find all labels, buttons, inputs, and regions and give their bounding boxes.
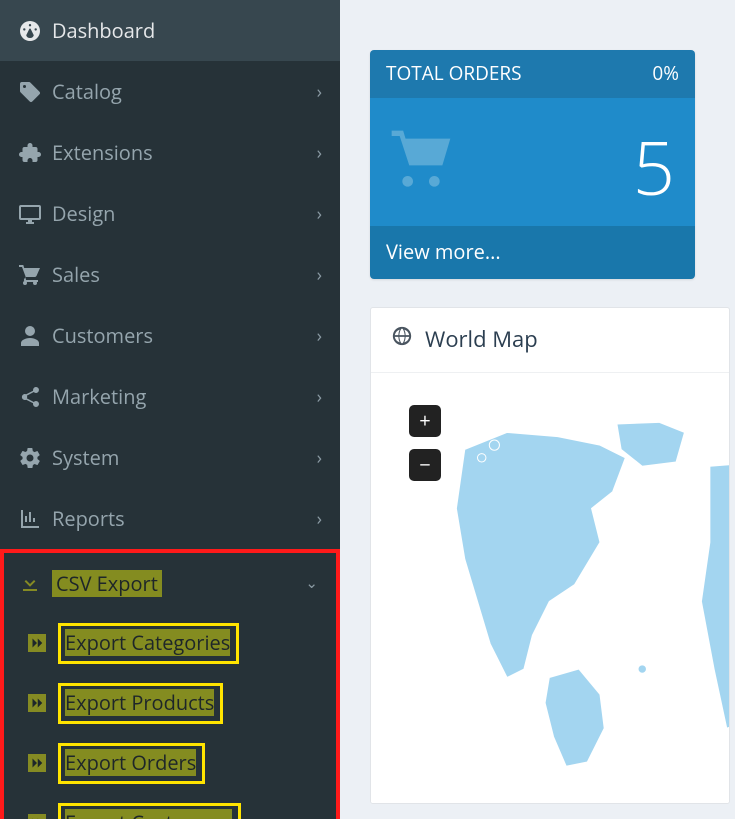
chevron-right-icon: › [317, 388, 322, 406]
sidebar-item-label: Design [52, 200, 317, 227]
highlight-box: Export Products [58, 683, 223, 724]
sidebar-item-label: Dashboard [52, 17, 322, 44]
submenu-label: Export Categories [65, 629, 230, 656]
card-percent: 0% [652, 60, 679, 86]
download-icon [18, 571, 52, 595]
sidebar-item-system[interactable]: System › [0, 427, 340, 488]
monitor-icon [18, 202, 52, 226]
double-chevron-icon [28, 814, 58, 819]
csv-export-orders[interactable]: Export Orders [4, 733, 336, 793]
card-title: TOTAL ORDERS [386, 60, 522, 86]
sidebar-item-marketing[interactable]: Marketing › [0, 366, 340, 427]
chevron-right-icon: › [317, 449, 322, 467]
sidebar-item-label: Extensions [52, 139, 317, 166]
sidebar-item-label: CSV Export [52, 570, 162, 597]
chevron-right-icon: › [317, 83, 322, 101]
world-map-card: World Map + − [370, 307, 730, 804]
sidebar-item-label: Sales [52, 261, 317, 288]
orders-value: 5 [633, 116, 675, 217]
chevron-right-icon: › [317, 266, 322, 284]
card-title: World Map [425, 324, 538, 354]
share-icon [18, 385, 52, 409]
card-header: TOTAL ORDERS 0% [370, 50, 695, 98]
world-map-graphic [431, 393, 730, 793]
view-more-link[interactable]: View more... [370, 226, 695, 279]
globe-icon [391, 324, 413, 354]
puzzle-icon [18, 141, 52, 165]
sidebar-item-dashboard[interactable]: Dashboard [0, 0, 340, 61]
sidebar-item-label: Customers [52, 322, 317, 349]
submenu-label: Export Customers [65, 809, 232, 819]
double-chevron-icon [28, 754, 58, 772]
sidebar-item-label: Reports [52, 505, 317, 532]
sidebar-item-sales[interactable]: Sales › [0, 244, 340, 305]
csv-export-customers[interactable]: Export Customers [4, 793, 336, 819]
sidebar-item-label: System [52, 444, 317, 471]
highlight-box: Export Categories [58, 623, 239, 664]
csv-export-highlight-box: CSV Export ⌄ Export Categories Export Pr… [0, 549, 340, 819]
sidebar-item-reports[interactable]: Reports › [0, 488, 340, 549]
chevron-right-icon: › [317, 510, 322, 528]
chevron-right-icon: › [317, 327, 322, 345]
sidebar-item-csv-export[interactable]: CSV Export ⌄ [4, 553, 336, 613]
gear-icon [18, 446, 52, 470]
user-icon [18, 324, 52, 348]
sidebar-item-design[interactable]: Design › [0, 183, 340, 244]
highlight-box: Export Customers [58, 803, 241, 819]
map-viewport[interactable]: + − [371, 373, 729, 803]
double-chevron-icon [28, 634, 58, 652]
cart-icon [18, 263, 52, 287]
tag-icon [18, 80, 52, 104]
dashboard-icon [18, 19, 52, 43]
chevron-right-icon: › [317, 205, 322, 223]
highlight-box: Export Orders [58, 743, 205, 784]
cart-icon [386, 128, 456, 197]
total-orders-card: TOTAL ORDERS 0% 5 View more... [370, 50, 695, 279]
sidebar-item-catalog[interactable]: Catalog › [0, 61, 340, 122]
csv-export-categories[interactable]: Export Categories [4, 613, 336, 673]
sidebar-item-label: Catalog [52, 78, 317, 105]
main-content: TOTAL ORDERS 0% 5 View more... World Map… [340, 0, 735, 819]
submenu-label: Export Products [65, 689, 214, 716]
card-header: World Map [371, 308, 729, 373]
submenu-label: Export Orders [65, 749, 196, 776]
sidebar-item-label: Marketing [52, 383, 317, 410]
bar-chart-icon [18, 507, 52, 531]
double-chevron-icon [28, 694, 58, 712]
sidebar-item-extensions[interactable]: Extensions › [0, 122, 340, 183]
sidebar-item-customers[interactable]: Customers › [0, 305, 340, 366]
csv-export-products[interactable]: Export Products [4, 673, 336, 733]
chevron-down-icon: ⌄ [305, 573, 318, 593]
sidebar: Dashboard Catalog › Extensions › Design … [0, 0, 340, 819]
chevron-right-icon: › [317, 144, 322, 162]
card-body: 5 [370, 98, 695, 226]
